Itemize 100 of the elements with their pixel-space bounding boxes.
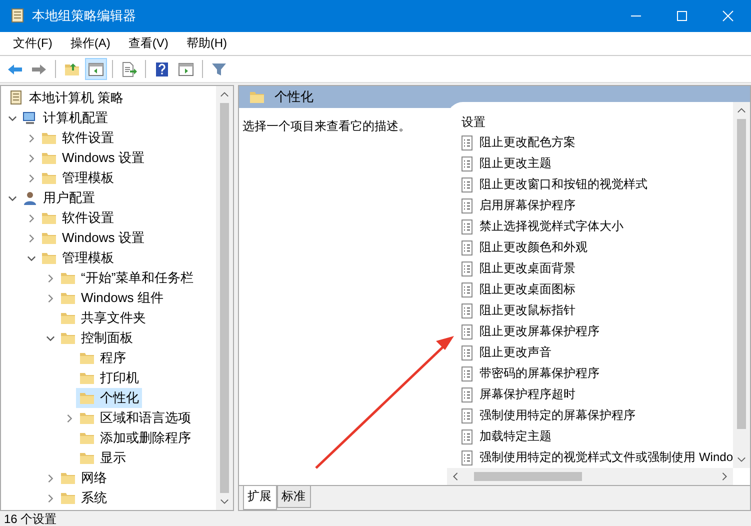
scroll-icon: [8, 90, 24, 106]
policy-document-icon: [458, 408, 475, 424]
folder-icon: [79, 350, 95, 366]
view-tab[interactable]: 扩展: [242, 486, 277, 510]
setting-item[interactable]: 阻止更改桌面图标: [458, 279, 576, 300]
filter-icon: [211, 60, 227, 78]
setting-item[interactable]: 加载特定主题: [458, 426, 552, 447]
policy-document-icon: [458, 366, 475, 382]
setting-item[interactable]: 阻止更改鼠标指针: [458, 300, 576, 321]
policy-document-icon: [458, 218, 475, 234]
description-text: 选择一个项目来查看它的描述。: [242, 119, 411, 133]
tree-item[interactable]: Windows 设置: [38, 148, 148, 168]
folder-icon: [41, 210, 57, 226]
setting-item[interactable]: 阻止更改窗口和按钮的视觉样式: [458, 174, 648, 195]
policy-document-icon: [458, 176, 475, 192]
tree-item[interactable]: 区域和语言选项: [76, 408, 194, 428]
policy-document-icon: [458, 386, 475, 402]
setting-item[interactable]: 阻止更改桌面背景: [458, 258, 576, 279]
folder-icon: [79, 370, 95, 386]
folder-icon: [60, 290, 76, 306]
tree-item[interactable]: 软件设置: [38, 208, 117, 228]
setting-item[interactable]: 阻止更改配色方案: [458, 132, 576, 153]
chevron-down-icon[interactable]: [8, 114, 16, 122]
tree-item[interactable]: 打印机: [76, 368, 142, 388]
chevron-down-icon[interactable]: [26, 254, 36, 262]
folder-icon: [41, 170, 57, 186]
panel-title: 个性化: [274, 88, 314, 106]
export-list-icon: [121, 60, 137, 78]
setting-item[interactable]: 带密码的屏幕保护程序: [458, 363, 600, 384]
tree-item[interactable]: 控制面板: [57, 328, 136, 348]
chevron-right-icon[interactable]: [46, 474, 54, 482]
chevron-down-icon[interactable]: [46, 334, 54, 342]
tree-item[interactable]: 添加或删除程序: [76, 428, 194, 448]
scroll-up-icon[interactable]: [737, 106, 746, 115]
menu-item[interactable]: 帮助(H): [177, 35, 236, 52]
policy-document-icon: [458, 134, 475, 150]
chevron-down-icon[interactable]: [8, 194, 16, 202]
folder-icon: [41, 250, 57, 266]
view-tab[interactable]: 标准: [276, 486, 311, 508]
setting-item[interactable]: 阻止更改屏幕保护程序: [458, 321, 600, 342]
chevron-right-icon[interactable]: [26, 214, 36, 222]
tree-item[interactable]: 个性化: [76, 388, 142, 408]
menu-item[interactable]: 查看(V): [119, 35, 178, 52]
column-header[interactable]: 设置: [458, 112, 733, 132]
setting-item[interactable]: 屏幕保护程序超时: [458, 384, 576, 405]
tree-item[interactable]: 软件设置: [38, 128, 117, 148]
setting-item[interactable]: 强制使用特定的视觉样式文件或强制使用 Windo: [458, 447, 733, 468]
folder-icon: [79, 410, 95, 426]
chevron-right-icon[interactable]: [26, 154, 36, 162]
tree-item[interactable]: 程序: [76, 348, 129, 368]
chevron-right-icon[interactable]: [46, 294, 54, 302]
folder-up-icon: [64, 60, 80, 78]
tree-item[interactable]: Windows 设置: [38, 228, 148, 248]
setting-item[interactable]: 阻止更改颜色和外观: [458, 237, 588, 258]
tree-item[interactable]: 计算机配置: [19, 108, 111, 128]
scroll-up-icon[interactable]: [220, 90, 229, 99]
setting-item[interactable]: 阻止更改声音: [458, 342, 552, 363]
tree-pane-icon: [88, 60, 104, 78]
policy-document-icon: [458, 344, 475, 360]
policy-document-icon: [458, 240, 475, 256]
scroll-right-icon[interactable]: [720, 472, 729, 481]
tree-item[interactable]: 系统: [57, 488, 110, 508]
folder-icon: [79, 430, 95, 446]
chevron-right-icon[interactable]: [26, 174, 36, 182]
folder-icon: [248, 89, 265, 105]
toolbar-button[interactable]: [85, 58, 107, 80]
folder-icon: [41, 130, 57, 146]
scrollbar[interactable]: [216, 86, 233, 510]
tree-item[interactable]: 管理模板: [38, 168, 117, 188]
chevron-right-icon[interactable]: [26, 234, 36, 242]
menu-item[interactable]: 操作(A): [61, 35, 120, 52]
tree-item[interactable]: Windows 组件: [57, 288, 166, 308]
scroll-down-icon[interactable]: [220, 497, 229, 506]
chevron-right-icon[interactable]: [46, 274, 54, 282]
tree-item[interactable]: 管理模板: [38, 248, 117, 268]
tree-item[interactable]: 网络: [57, 468, 110, 488]
menu-item[interactable]: 文件(F): [4, 35, 62, 52]
chevron-right-icon[interactable]: [64, 414, 74, 422]
scroll-left-icon[interactable]: [450, 472, 460, 481]
tree-item[interactable]: 共享文件夹: [57, 308, 149, 328]
policy-document-icon: [458, 450, 475, 466]
folder-icon: [79, 390, 95, 406]
computer-icon: [22, 110, 38, 126]
tree-item[interactable]: 显示: [76, 448, 129, 468]
horizontal-scrollbar[interactable]: [446, 468, 733, 485]
scroll-down-icon[interactable]: [737, 455, 746, 464]
scrollbar[interactable]: [733, 102, 750, 468]
setting-item[interactable]: 启用屏幕保护程序: [458, 195, 576, 216]
chevron-right-icon[interactable]: [46, 494, 54, 502]
tree-item[interactable]: 用户配置: [19, 188, 98, 208]
tree-item[interactable]: “开始”菜单和任务栏: [57, 268, 197, 288]
setting-item[interactable]: 禁止选择视觉样式字体大小: [458, 216, 624, 237]
close-icon: [722, 10, 734, 22]
policy-document-icon: [458, 198, 475, 214]
maximize-icon: [676, 10, 688, 22]
setting-item[interactable]: 阻止更改主题: [458, 153, 552, 174]
setting-item[interactable]: 强制使用特定的屏幕保护程序: [458, 405, 636, 426]
tree-root[interactable]: 本地计算机 策略: [5, 88, 127, 108]
policy-document-icon: [458, 302, 475, 318]
chevron-right-icon[interactable]: [26, 134, 36, 142]
